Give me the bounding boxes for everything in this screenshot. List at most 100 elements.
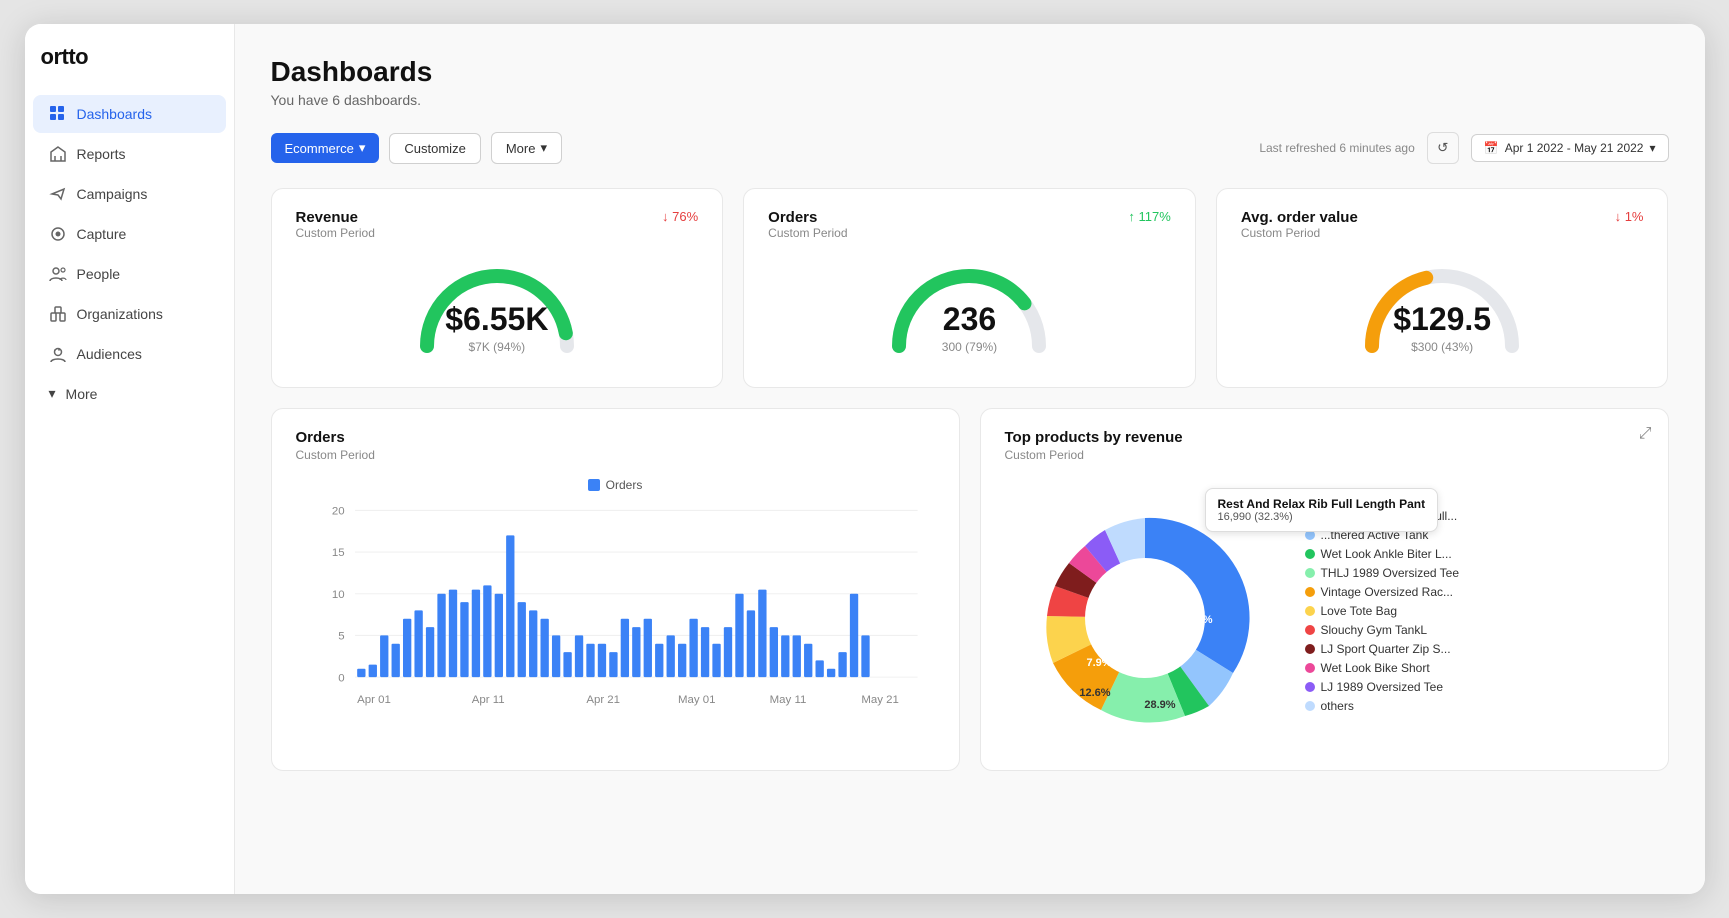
donut-area: 32.3% 7.9% 12.6% 28.9% Rest And Relax Ri… xyxy=(1005,478,1644,743)
bar-legend-dot xyxy=(588,479,600,491)
avg-order-sub: $300 (43%) xyxy=(1393,340,1491,354)
page-title: Dashboards xyxy=(271,56,1669,88)
donut-legend: Rest And Relax Rib Full... ...thered Act… xyxy=(1305,509,1460,713)
avg-order-gauge: $129.5 $300 (43%) xyxy=(1352,256,1532,356)
legend-label-4: Vintage Oversized Rac... xyxy=(1321,585,1454,599)
revenue-sub: $7K (94%) xyxy=(445,340,548,354)
page-header: Dashboards You have 6 dashboards. xyxy=(271,56,1669,108)
legend-dot-6 xyxy=(1305,625,1315,635)
svg-text:Apr 11: Apr 11 xyxy=(471,694,504,706)
sidebar-people-label: People xyxy=(77,266,121,282)
revenue-value: $6.55K xyxy=(445,301,548,338)
refresh-status: Last refreshed 6 minutes ago xyxy=(1259,141,1414,155)
legend-item-4: Vintage Oversized Rac... xyxy=(1305,585,1460,599)
orders-value: 236 xyxy=(942,301,997,338)
svg-text:May 21: May 21 xyxy=(861,694,899,706)
sidebar-item-campaigns[interactable]: Campaigns xyxy=(33,175,226,213)
legend-label-6: Slouchy Gym TankL xyxy=(1321,623,1428,637)
sidebar-more[interactable]: ▾ More xyxy=(33,375,226,412)
legend-item-10: others xyxy=(1305,699,1460,713)
avg-order-header: Avg. order value Custom Period ↓ 1% xyxy=(1241,209,1644,240)
bar-legend-label: Orders xyxy=(606,478,643,492)
app-container: ortto Dashboards Reports xyxy=(25,24,1705,894)
svg-text:32.3%: 32.3% xyxy=(1181,614,1212,626)
sidebar-item-reports[interactable]: Reports xyxy=(33,135,226,173)
legend-label-2: Wet Look Ankle Biter L... xyxy=(1321,547,1452,561)
sidebar-audiences-label: Audiences xyxy=(77,346,142,362)
capture-icon xyxy=(49,225,67,243)
legend-item-6: Slouchy Gym TankL xyxy=(1305,623,1460,637)
legend-dot-4 xyxy=(1305,587,1315,597)
legend-item-7: LJ Sport Quarter Zip S... xyxy=(1305,642,1460,656)
reports-icon xyxy=(49,145,67,163)
page-subtitle: You have 6 dashboards. xyxy=(271,92,1669,108)
refresh-icon: ↺ xyxy=(1437,140,1448,156)
orders-card: Orders Custom Period ↑ 117% 236 300 (79%… xyxy=(743,188,1196,388)
dashboards-icon xyxy=(49,105,67,123)
svg-text:10: 10 xyxy=(331,589,344,601)
expand-button[interactable]: ⤢ xyxy=(1639,425,1652,443)
top-products-period: Custom Period xyxy=(1005,448,1644,462)
legend-dot-10 xyxy=(1305,701,1315,711)
sidebar-capture-label: Capture xyxy=(77,226,127,242)
avg-order-change: ↓ 1% xyxy=(1615,209,1644,224)
legend-item-8: Wet Look Bike Short xyxy=(1305,661,1460,675)
revenue-card: Revenue Custom Period ↓ 76% $6.55K $7K (… xyxy=(271,188,724,388)
legend-item-3: THLJ 1989 Oversized Tee xyxy=(1305,566,1460,580)
svg-text:28.9%: 28.9% xyxy=(1144,699,1175,711)
avg-order-card: Avg. order value Custom Period ↓ 1% $129… xyxy=(1216,188,1669,388)
avg-order-period: Custom Period xyxy=(1241,226,1358,240)
people-icon xyxy=(49,265,67,283)
donut-tooltip: Rest And Relax Rib Full Length Pant 16,9… xyxy=(1205,488,1439,532)
orders-center: 236 300 (79%) xyxy=(942,297,997,354)
app-logo: ortto xyxy=(25,44,234,94)
sidebar-reports-label: Reports xyxy=(77,146,126,162)
revenue-title: Revenue xyxy=(296,209,375,226)
orders-chart-card: Orders Custom Period Orders xyxy=(271,408,960,771)
legend-label-3: THLJ 1989 Oversized Tee xyxy=(1321,566,1460,580)
bar-legend: Orders xyxy=(296,478,935,492)
date-range-label: Apr 1 2022 - May 21 2022 xyxy=(1505,141,1644,155)
sidebar-item-capture[interactable]: Capture xyxy=(33,215,226,253)
sidebar-item-people[interactable]: People xyxy=(33,255,226,293)
more-button[interactable]: More ▾ xyxy=(491,132,562,164)
refresh-button[interactable]: ↺ xyxy=(1427,132,1459,164)
campaigns-icon xyxy=(49,185,67,203)
top-products-card: ⤢ Top products by revenue Custom Period xyxy=(980,408,1669,771)
sidebar-dashboards-label: Dashboards xyxy=(77,106,153,122)
legend-dot-5 xyxy=(1305,606,1315,616)
audiences-icon xyxy=(49,345,67,363)
legend-item-2: Wet Look Ankle Biter L... xyxy=(1305,547,1460,561)
ecommerce-button[interactable]: Ecommerce ▾ xyxy=(271,133,380,163)
ecommerce-chevron-icon: ▾ xyxy=(359,140,366,156)
date-chevron-icon: ▾ xyxy=(1649,141,1655,155)
svg-text:Apr 01: Apr 01 xyxy=(357,694,391,706)
revenue-change: ↓ 76% xyxy=(662,209,698,224)
legend-label-8: Wet Look Bike Short xyxy=(1321,661,1430,675)
more-label: More xyxy=(506,141,536,156)
customize-button[interactable]: Customize xyxy=(389,133,480,164)
revenue-center: $6.55K $7K (94%) xyxy=(445,297,548,354)
sidebar-item-audiences[interactable]: Audiences xyxy=(33,335,226,373)
avg-order-value: $129.5 xyxy=(1393,301,1491,338)
legend-item-9: LJ 1989 Oversized Tee xyxy=(1305,680,1460,694)
orders-chart-period: Custom Period xyxy=(296,448,935,462)
bar-chart-area: 20 15 10 5 0 xyxy=(296,500,935,750)
sidebar-item-organizations[interactable]: Organizations xyxy=(33,295,226,333)
sidebar: ortto Dashboards Reports xyxy=(25,24,235,894)
legend-label-5: Love Tote Bag xyxy=(1321,604,1398,618)
sidebar-item-dashboards[interactable]: Dashboards xyxy=(33,95,226,133)
legend-dot-9 xyxy=(1305,682,1315,692)
toolbar-right: Last refreshed 6 minutes ago ↺ 📅 Apr 1 2… xyxy=(1259,132,1668,164)
legend-label-10: others xyxy=(1321,699,1354,713)
orders-title: Orders xyxy=(768,209,847,226)
toolbar: Ecommerce ▾ Customize More ▾ Last refres… xyxy=(271,132,1669,164)
tooltip-title: Rest And Relax Rib Full Length Pant xyxy=(1218,497,1426,511)
date-range-button[interactable]: 📅 Apr 1 2022 - May 21 2022 ▾ xyxy=(1471,134,1669,162)
avg-order-title: Avg. order value xyxy=(1241,209,1358,226)
bar-chart-svg: 20 15 10 5 0 xyxy=(296,500,935,750)
legend-item-5: Love Tote Bag xyxy=(1305,604,1460,618)
sidebar-campaigns-label: Campaigns xyxy=(77,186,148,202)
legend-dot-3 xyxy=(1305,568,1315,578)
orders-change: ↑ 117% xyxy=(1128,209,1170,224)
